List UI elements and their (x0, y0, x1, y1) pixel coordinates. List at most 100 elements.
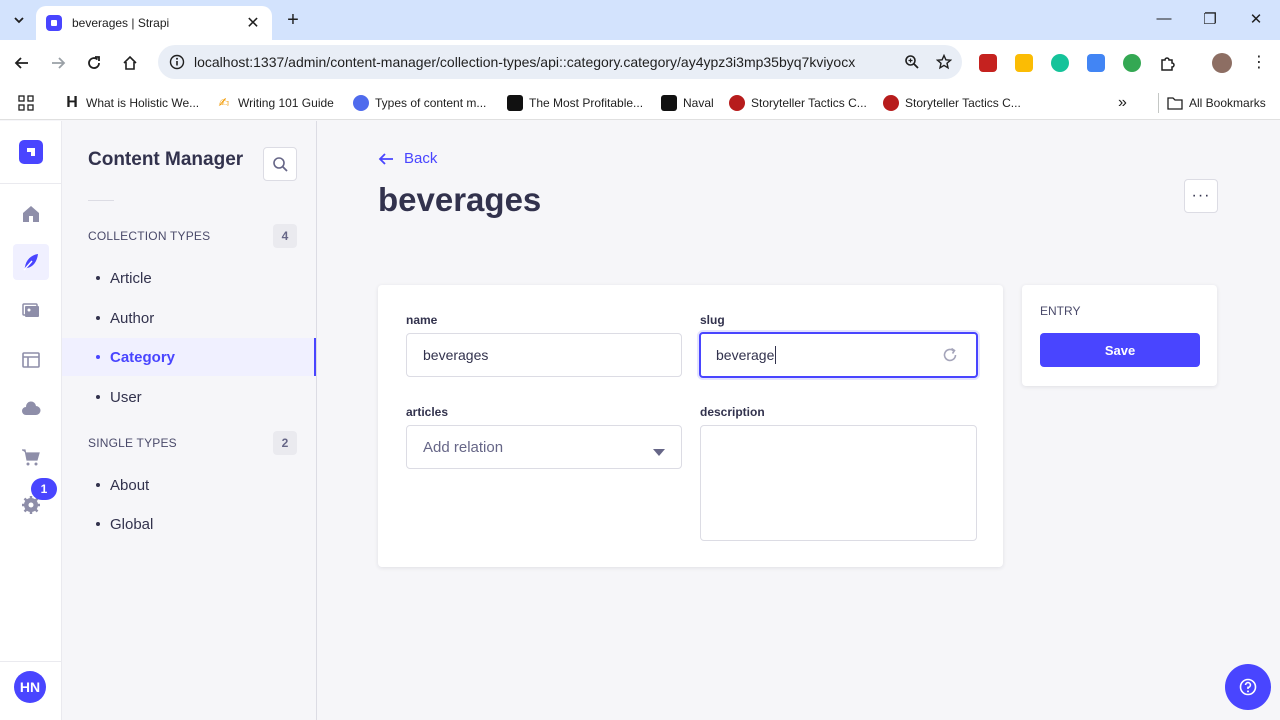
browser-toolbar: localhost:1337/admin/content-manager/col… (0, 40, 1280, 86)
subnav-item-category[interactable]: Category (62, 338, 316, 376)
bookmark-label: Writing 101 Guide (238, 96, 334, 110)
extension-green-icon[interactable] (1123, 54, 1141, 72)
restore-icon[interactable]: ❐ (1200, 10, 1220, 28)
subnav-item-author[interactable]: Author (62, 299, 316, 337)
bookmark-item[interactable]: The Most Profitable... (507, 93, 643, 113)
help-button[interactable] (1225, 664, 1271, 710)
rail-divider (0, 661, 62, 662)
bookmark-label: Storyteller Tactics C... (751, 96, 867, 110)
name-input[interactable]: beverages (406, 333, 682, 377)
description-label: description (700, 405, 765, 419)
subnav-item-about[interactable]: About (62, 466, 316, 504)
all-bookmarks-label: All Bookmarks (1189, 96, 1266, 110)
browser-tabstrip: beverages | Strapi ✕ + — ❐ ✕ (0, 0, 1280, 40)
single-types-count: 2 (273, 431, 297, 455)
fields-card: name beverages slug beverage articles Ad… (378, 285, 1003, 567)
chevron-down-icon[interactable] (653, 444, 665, 460)
slug-value: beverage (716, 347, 775, 363)
bullet-icon (96, 395, 100, 399)
minimize-icon[interactable]: — (1154, 10, 1174, 27)
window-close-icon[interactable]: ✕ (1246, 10, 1266, 28)
cloud-deploy-icon[interactable] (13, 391, 49, 427)
bookmarks-divider (1158, 93, 1159, 113)
home-nav-icon[interactable] (13, 196, 49, 232)
bookmark-label: Types of content m... (375, 96, 487, 110)
subnav-item-label: User (110, 388, 142, 406)
main-nav-rail: 1 HN (0, 121, 62, 720)
folder-icon (1167, 95, 1183, 111)
articles-label: articles (406, 405, 449, 419)
back-arrow-icon (378, 152, 393, 165)
bookmarks-overflow-icon[interactable]: » (1118, 93, 1127, 113)
browser-menu-icon[interactable]: ⋮ (1250, 54, 1268, 72)
single-types-header[interactable]: SINGLE TYPES (88, 436, 177, 450)
bookmark-item[interactable]: ✍ Writing 101 Guide (216, 93, 334, 113)
subnav-divider (88, 200, 114, 201)
bullet-icon (96, 483, 100, 487)
red-badge-icon (883, 95, 899, 111)
apps-grid-icon[interactable] (18, 93, 34, 113)
zoom-icon[interactable] (898, 48, 926, 76)
user-avatar[interactable]: HN (14, 671, 46, 703)
subnav-item-user[interactable]: User (62, 378, 316, 416)
subnav-item-label: Category (110, 348, 176, 366)
page-title: beverages (378, 181, 542, 218)
bullet-icon (96, 355, 100, 359)
strapi-admin: 1 HN Content Manager COLLECTION TYPES 4 … (0, 121, 1280, 720)
forward-arrow-icon[interactable] (46, 51, 70, 75)
more-actions-button[interactable]: ··· (1184, 179, 1218, 213)
bullet-icon (96, 316, 100, 320)
extension-blue-icon[interactable] (1087, 54, 1105, 72)
back-label: Back (404, 150, 438, 167)
bookmark-label: What is Holistic We... (86, 96, 200, 110)
regenerate-icon[interactable] (942, 347, 958, 366)
bookmark-item[interactable]: H What is Holistic We... (64, 93, 199, 113)
bookmark-star-icon[interactable] (930, 48, 958, 76)
site-info-icon[interactable] (166, 51, 188, 73)
browser-tab-active[interactable]: beverages | Strapi ✕ (36, 6, 272, 40)
slug-input[interactable]: beverage (699, 332, 978, 378)
back-arrow-icon[interactable] (10, 51, 34, 75)
name-label: name (406, 313, 438, 327)
collection-types-count: 4 (273, 224, 297, 248)
home-icon[interactable] (118, 51, 142, 75)
search-icon[interactable] (263, 147, 297, 181)
extension-red-icon[interactable] (979, 54, 997, 72)
bullet-icon (96, 276, 100, 280)
strapi-logo-icon[interactable] (19, 140, 43, 164)
subnav-item-article[interactable]: Article (62, 259, 316, 297)
content-manager-feather-icon[interactable] (13, 244, 49, 280)
extensions-puzzle-icon[interactable] (1159, 54, 1177, 72)
save-button[interactable]: Save (1040, 333, 1200, 367)
address-bar[interactable]: localhost:1337/admin/content-manager/col… (158, 45, 962, 79)
articles-relation-select[interactable]: Add relation (406, 425, 682, 469)
bookmark-item[interactable]: Storyteller Tactics C... (729, 93, 867, 113)
tab-search-chevron-icon[interactable] (6, 8, 32, 32)
all-bookmarks-button[interactable]: All Bookmarks (1167, 93, 1266, 113)
marketplace-cart-icon[interactable] (13, 439, 49, 475)
edit-view: Back beverages ··· name beverages slug b… (317, 121, 1280, 720)
h-letter-icon: H (66, 94, 78, 111)
new-tab-icon[interactable]: + (282, 8, 304, 32)
slug-label: slug (700, 313, 725, 327)
media-library-icon[interactable] (13, 293, 49, 329)
bookmark-item[interactable]: Storyteller Tactics C... (883, 93, 1021, 113)
subnav-item-global[interactable]: Global (62, 505, 316, 543)
collection-types-header[interactable]: COLLECTION TYPES (88, 229, 210, 243)
name-value: beverages (423, 347, 489, 363)
bookmark-item[interactable]: Naval (661, 93, 714, 113)
profile-avatar-icon[interactable] (1212, 53, 1232, 73)
back-link[interactable]: Back (378, 150, 437, 167)
strapi-favicon-icon (46, 15, 62, 31)
tab-close-icon[interactable]: ✕ (244, 13, 262, 33)
bullet-icon (96, 522, 100, 526)
dark-square-icon (507, 95, 523, 111)
settings-notification-badge: 1 (31, 478, 57, 500)
reload-icon[interactable] (82, 51, 106, 75)
grammarly-icon[interactable] (1051, 54, 1069, 72)
content-type-builder-icon[interactable] (13, 342, 49, 378)
extension-yellow-icon[interactable] (1015, 54, 1033, 72)
subnav-title: Content Manager (88, 149, 244, 170)
description-textarea[interactable] (700, 425, 977, 541)
bookmark-item[interactable]: Types of content m... (353, 93, 486, 113)
